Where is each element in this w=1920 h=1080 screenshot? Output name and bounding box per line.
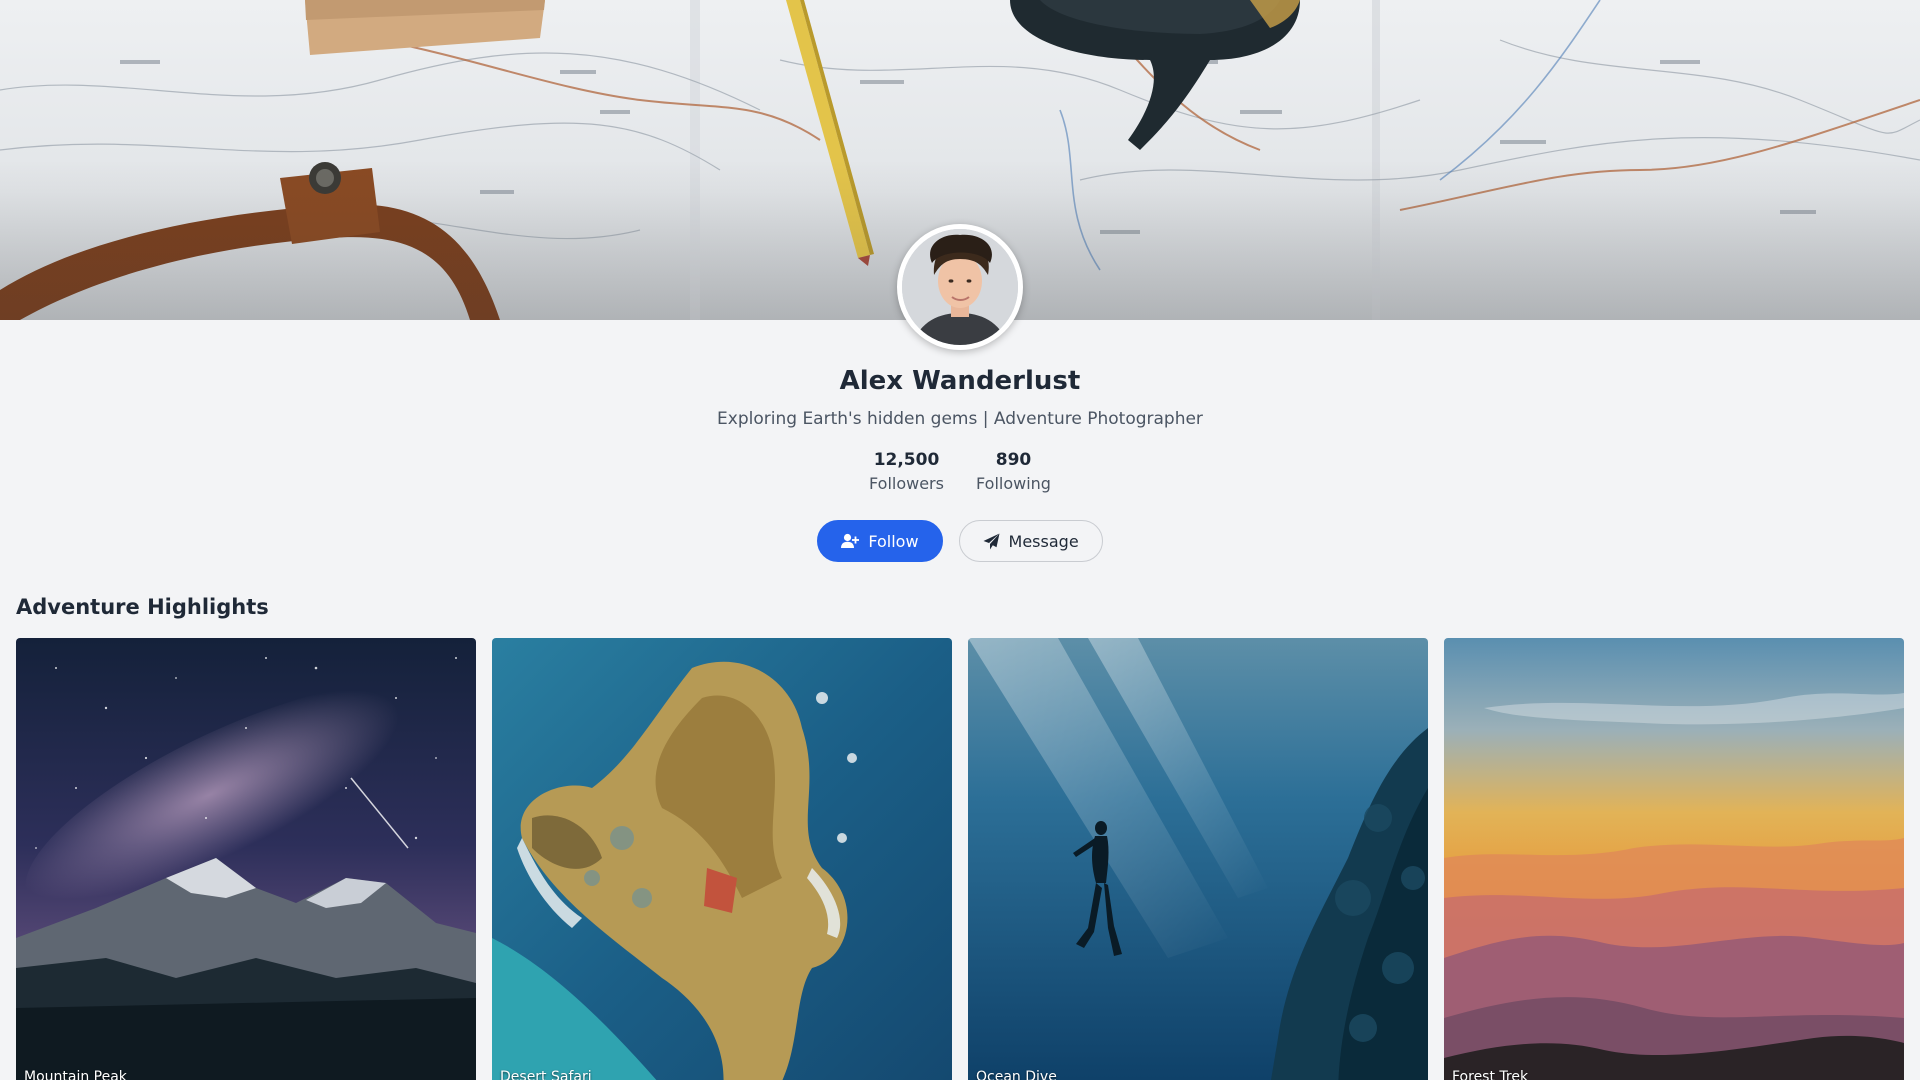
desert-safari-image	[492, 638, 952, 1080]
ocean-dive-image	[968, 638, 1428, 1080]
highlight-card-desert-safari[interactable]: Desert Safari	[492, 638, 952, 1080]
profile-page: Alex Wanderlust Exploring Earth's hidden…	[0, 0, 1920, 1080]
highlight-label: Mountain Peak	[24, 1069, 127, 1080]
follow-button[interactable]: Follow	[817, 520, 943, 562]
message-label: Message	[1008, 531, 1079, 551]
highlights-title: Adventure Highlights	[16, 595, 269, 619]
paper-plane-icon	[983, 533, 1000, 549]
highlight-label: Ocean Dive	[976, 1069, 1057, 1080]
following-count: 890	[995, 450, 1032, 470]
profile-actions: Follow Message	[0, 520, 1920, 562]
mountain-peak-image	[16, 638, 476, 1080]
avatar[interactable]	[897, 224, 1023, 350]
highlight-label: Desert Safari	[500, 1069, 592, 1080]
follow-label: Follow	[868, 531, 919, 551]
highlights-grid: Mountain Peak Desert Safari Ocean Dive F…	[16, 638, 1904, 1080]
user-plus-icon	[841, 533, 860, 548]
stat-followers[interactable]: 12,500 Followers	[869, 449, 944, 497]
profile-bio: Exploring Earth's hidden gems | Adventur…	[717, 409, 1203, 429]
highlight-card-forest-trek[interactable]: Forest Trek	[1444, 638, 1904, 1080]
stat-following[interactable]: 890 Following	[976, 449, 1051, 497]
followers-label: Followers	[869, 474, 944, 493]
following-label: Following	[976, 474, 1051, 493]
highlight-card-mountain-peak[interactable]: Mountain Peak	[16, 638, 476, 1080]
avatar-image	[902, 229, 1018, 345]
forest-trek-image	[1444, 638, 1904, 1080]
message-button[interactable]: Message	[958, 520, 1103, 562]
highlight-label: Forest Trek	[1452, 1069, 1529, 1080]
profile-name: Alex Wanderlust	[839, 366, 1081, 396]
followers-count: 12,500	[873, 450, 940, 470]
profile-stats: 12,500 Followers 890 Following	[0, 449, 1920, 497]
highlight-card-ocean-dive[interactable]: Ocean Dive	[968, 638, 1428, 1080]
